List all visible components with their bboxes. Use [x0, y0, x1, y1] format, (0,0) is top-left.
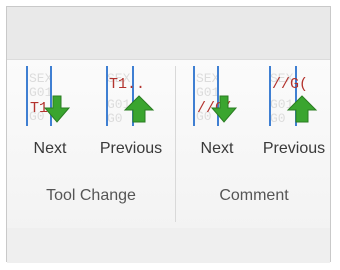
svg-text:G0: G0: [270, 111, 286, 126]
svg-text:G0: G0: [107, 111, 123, 126]
group-tool-change: SEX G01 G0 T1.. Next SEX G01 G0: [7, 60, 175, 228]
ribbon-top-band: [7, 7, 330, 59]
tool-change-next-icon: SEX G01 G0 T1..: [26, 66, 71, 126]
ribbon-bottom-area: [7, 228, 330, 263]
tool-change-previous-icon: SEX G01 G0 T1..: [106, 66, 155, 126]
tool-change-previous-button[interactable]: SEX G01 G0 T1.. Previous: [93, 62, 169, 162]
comment-next-icon: SEX G01 G0 //G(: [193, 66, 238, 126]
tool-change-previous-icon-text: T1..: [109, 76, 145, 93]
group-label-tool-change: Tool Change: [46, 187, 136, 204]
comment-next-label: Next: [200, 140, 234, 157]
comment-previous-button[interactable]: SEX G01 G0 //G( Previous: [256, 62, 332, 162]
comment-next-button[interactable]: SEX G01 G0 //G( Next: [184, 62, 250, 162]
tool-change-next-button[interactable]: SEX G01 G0 T1.. Next: [17, 62, 83, 162]
ribbon-panel: SEX G01 G0 T1.. Next SEX G01 G0: [7, 59, 330, 229]
svg-text:G01: G01: [196, 85, 220, 100]
comment-previous-label: Previous: [262, 140, 326, 157]
ribbon-frame: SEX G01 G0 T1.. Next SEX G01 G0: [6, 6, 331, 263]
tool-change-previous-label: Previous: [99, 140, 163, 157]
svg-text:SEX: SEX: [196, 71, 220, 86]
svg-text:G01: G01: [29, 85, 53, 100]
group-comment: SEX G01 G0 //G( Next SEX G01 G0: [176, 60, 332, 228]
comment-previous-icon: SEX G01 G0 //G(: [269, 66, 318, 126]
tool-change-next-label: Next: [33, 140, 67, 157]
comment-previous-icon-text: //G(: [272, 76, 308, 93]
group-label-comment: Comment: [219, 187, 289, 204]
svg-text:SEX: SEX: [29, 71, 53, 86]
